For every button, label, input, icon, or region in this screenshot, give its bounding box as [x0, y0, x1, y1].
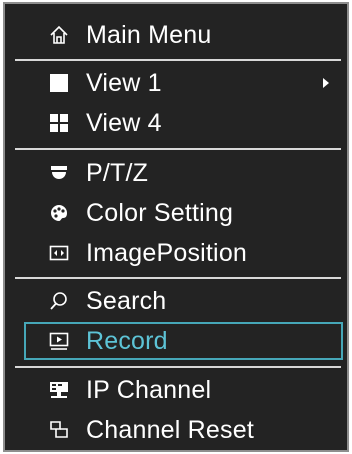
menu-item-label: IP Channel — [86, 376, 212, 404]
menu-item-image-position[interactable]: ImagePosition — [15, 234, 337, 272]
menu-item-label: View 4 — [86, 109, 162, 137]
menu-item-label: Color Setting — [86, 199, 234, 227]
menu-item-color-setting[interactable]: Color Setting — [15, 194, 337, 232]
menu-item-label: Search — [86, 287, 167, 315]
menu-item-label: View 1 — [86, 69, 162, 97]
home-icon — [48, 24, 70, 46]
menu-item-channel-reset[interactable]: Channel Reset — [15, 411, 337, 449]
palette-icon — [48, 202, 70, 224]
menu-divider — [15, 366, 341, 368]
single-view-icon — [48, 72, 70, 94]
menu-item-label: Main Menu — [86, 21, 212, 49]
context-menu: Main Menu View 1 View 4 P/T/Z Color Sett… — [3, 2, 349, 452]
menu-divider — [15, 59, 341, 61]
menu-item-view-4[interactable]: View 4 — [15, 104, 337, 142]
menu-item-ptz[interactable]: P/T/Z — [15, 154, 337, 192]
image-position-icon — [48, 242, 70, 264]
quad-view-icon — [48, 112, 70, 134]
menu-item-main-menu[interactable]: Main Menu — [15, 16, 337, 54]
menu-divider — [15, 277, 341, 279]
menu-item-label: ImagePosition — [86, 239, 248, 267]
menu-item-label: Record — [86, 327, 168, 355]
channel-reset-icon — [48, 419, 70, 441]
menu-item-ip-channel[interactable]: IP Channel — [15, 371, 337, 409]
ptz-camera-icon — [48, 162, 70, 184]
menu-item-view-1[interactable]: View 1 — [15, 64, 337, 102]
ip-channel-icon — [48, 379, 70, 401]
record-icon — [48, 330, 70, 352]
menu-item-search[interactable]: Search — [15, 282, 337, 320]
menu-item-record[interactable]: Record — [24, 322, 343, 360]
menu-divider — [15, 148, 341, 150]
search-icon — [48, 290, 70, 312]
menu-item-label: Channel Reset — [86, 416, 254, 444]
submenu-arrow-icon — [323, 78, 329, 88]
menu-item-label: P/T/Z — [86, 159, 149, 187]
